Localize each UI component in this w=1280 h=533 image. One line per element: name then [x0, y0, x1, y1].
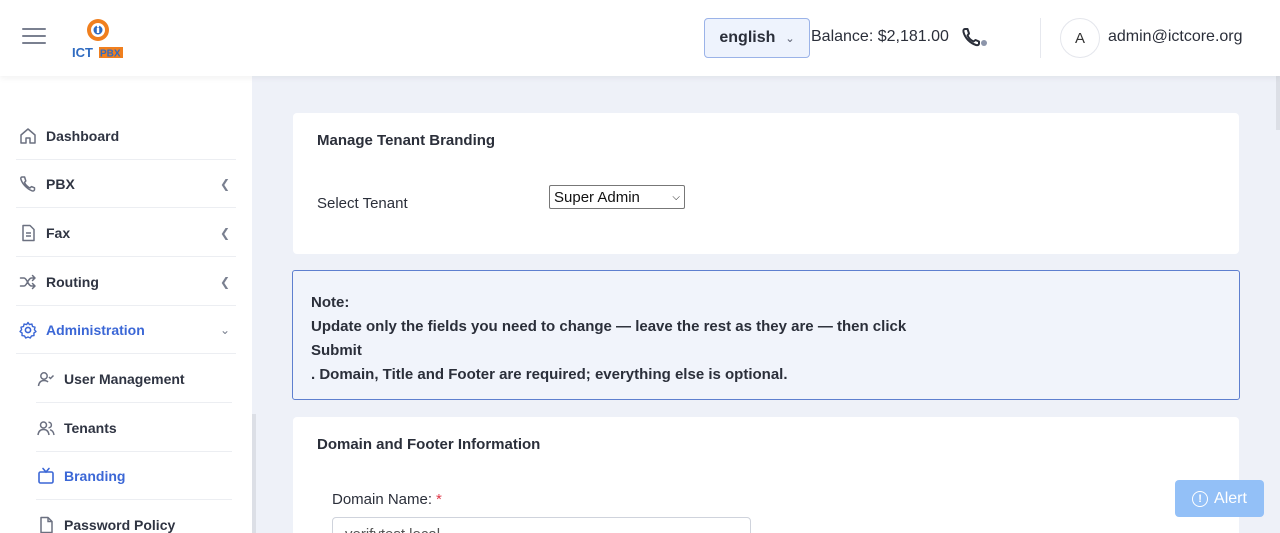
menu-toggle-icon[interactable] — [22, 28, 46, 46]
note-box: Note: Update only the fields you need to… — [292, 270, 1240, 400]
sidebar-item-password-policy[interactable]: Password Policy — [36, 501, 232, 533]
svg-text:PBX: PBX — [100, 49, 121, 60]
required-mark: * — [436, 491, 442, 508]
sidebar-item-fax[interactable]: Fax ❮ — [16, 209, 236, 257]
tenant-branding-card: Manage Tenant Branding Select Tenant Sup… — [293, 113, 1239, 254]
card-title: Domain and Footer Information — [317, 436, 541, 453]
document-icon — [18, 223, 38, 243]
phone-status-icon[interactable] — [961, 26, 989, 50]
alert-button[interactable]: ! Alert — [1175, 480, 1264, 517]
sidebar-item-label: Branding — [64, 467, 126, 484]
domain-footer-card: Domain and Footer Information Domain Nam… — [293, 417, 1239, 533]
sidebar: Dashboard PBX ❮ Fax ❮ Routing ❮ Administ… — [0, 76, 252, 533]
sidebar-item-label: Routing — [46, 273, 99, 290]
home-icon — [18, 126, 38, 146]
header-divider — [1040, 18, 1041, 58]
chevron-down-icon: ⌄ — [219, 322, 230, 337]
balance-text: Balance: $2,181.00 — [811, 28, 949, 45]
shuffle-icon — [18, 272, 38, 292]
page-scrollbar[interactable] — [1276, 76, 1280, 130]
sidebar-item-label: Tenants — [64, 419, 117, 436]
tenant-select-value: Super Admin — [554, 188, 640, 206]
sidebar-item-label: Fax — [46, 224, 71, 241]
avatar[interactable]: A — [1060, 18, 1100, 58]
chevron-left-icon: ❮ — [219, 274, 230, 289]
sidebar-item-user-management[interactable]: User Management — [36, 355, 232, 403]
file-icon — [36, 515, 56, 533]
language-value: english — [719, 29, 776, 46]
sidebar-item-label: User Management — [64, 370, 185, 387]
chevron-left-icon: ❮ — [219, 225, 230, 240]
sidebar-item-branding[interactable]: Branding — [36, 452, 232, 500]
users-icon — [36, 418, 56, 438]
chevron-left-icon: ❮ — [219, 176, 230, 191]
svg-text:ICT: ICT — [72, 45, 93, 60]
card-title: Manage Tenant Branding — [317, 132, 496, 149]
sidebar-item-label: Password Policy — [64, 517, 176, 533]
sidebar-item-administration[interactable]: Administration ⌄ — [16, 306, 236, 354]
domain-name-label-text: Domain Name: — [332, 491, 433, 508]
sidebar-item-label: Dashboard — [46, 127, 120, 144]
user-check-icon — [36, 369, 56, 389]
note-submit-text: Submit — [311, 342, 362, 359]
alert-label: Alert — [1214, 489, 1247, 507]
tenant-select[interactable]: Super Admin ⌵ — [549, 185, 685, 209]
sidebar-item-dashboard[interactable]: Dashboard — [16, 112, 236, 160]
chevron-down-icon: ⌄ — [785, 32, 795, 45]
sidebar-item-pbx[interactable]: PBX ❮ — [16, 160, 236, 208]
sidebar-item-tenants[interactable]: Tenants — [36, 404, 232, 452]
language-select[interactable]: english ⌄ — [704, 18, 810, 58]
top-header: ICT PBX english ⌄ Balance: $2,181.00 A a… — [0, 0, 1280, 76]
note-line: . Domain, Title and Footer are required;… — [311, 366, 788, 383]
domain-name-input[interactable]: verifytest.local — [332, 517, 751, 533]
gear-icon — [18, 320, 38, 340]
sidebar-scrollbar[interactable] — [252, 414, 256, 533]
sidebar-item-routing[interactable]: Routing ❮ — [16, 258, 236, 306]
sidebar-item-label: PBX — [46, 175, 75, 192]
chevron-down-icon: ⌵ — [672, 191, 680, 203]
ictpbx-logo[interactable]: ICT PBX — [70, 16, 126, 60]
phone-icon — [18, 174, 38, 194]
user-email[interactable]: admin@ictcore.org — [1108, 28, 1243, 46]
sidebar-item-label: Administration — [46, 321, 145, 338]
select-tenant-label: Select Tenant — [317, 195, 408, 212]
tv-icon — [36, 466, 56, 486]
note-line: Update only the fields you need to chang… — [311, 318, 907, 335]
alert-circle-icon: ! — [1192, 490, 1209, 507]
note-heading: Note: — [311, 294, 350, 311]
domain-name-label: Domain Name: * — [332, 491, 442, 508]
